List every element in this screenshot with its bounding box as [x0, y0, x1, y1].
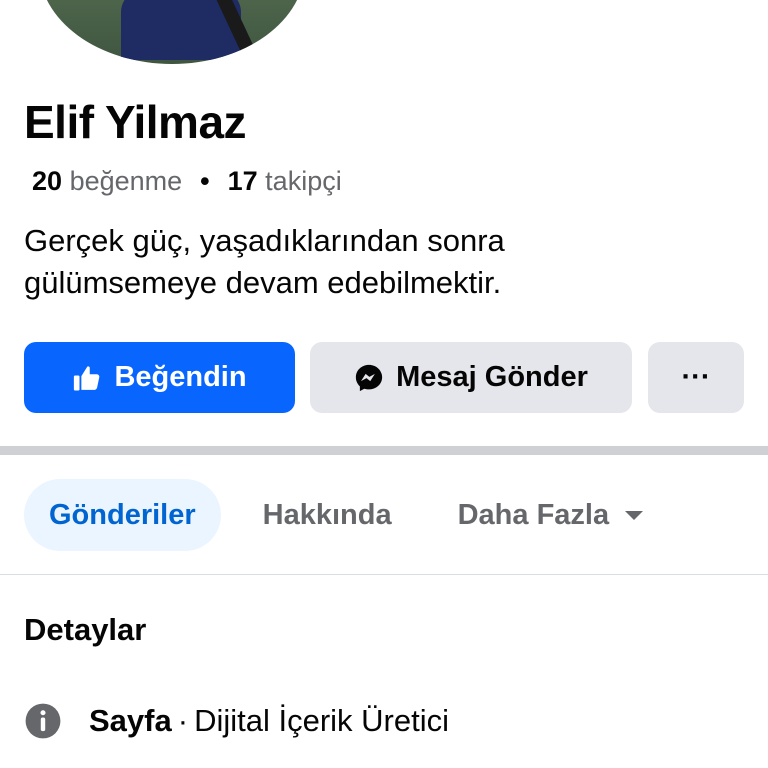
tab-about-label: Hakkında [262, 498, 392, 531]
detail-category-label: Sayfa [89, 703, 172, 738]
caret-down-icon [625, 510, 644, 520]
tab-about[interactable]: Hakkında [238, 479, 417, 551]
thumbs-up-icon [72, 363, 102, 393]
more-options-button[interactable]: ··· [648, 342, 744, 413]
detail-category-row: Sayfa · Dijital İçerik Üretici [24, 702, 449, 740]
tab-posts[interactable]: Gönderiler [24, 479, 221, 551]
details-heading: Detaylar [24, 612, 147, 647]
tab-more-label: Daha Fazla [457, 498, 610, 531]
followers-count: 17 [227, 166, 258, 196]
profile-bio: Gerçek güç, yaşadıklarından sonra gülüms… [24, 220, 724, 304]
followers-label: takipçi [265, 166, 342, 196]
likes-count: 20 [32, 166, 63, 196]
info-icon [24, 702, 62, 740]
send-message-label: Mesaj Gönder [396, 361, 588, 393]
detail-separator: · [177, 703, 189, 738]
tab-more[interactable]: Daha Fazla [433, 479, 669, 551]
section-divider [0, 446, 768, 455]
detail-category-value: Dijital İçerik Üretici [194, 703, 449, 738]
profile-tabs: Gönderiler Hakkında Daha Fazla [24, 479, 668, 551]
profile-picture[interactable] [39, 0, 305, 64]
tabs-divider [0, 574, 768, 575]
messenger-icon [354, 363, 384, 393]
profile-picture-frame[interactable] [33, 0, 311, 70]
profile-stats: 20 beğenme • 17 takipçi [32, 166, 342, 197]
likes-label: beğenme [69, 166, 183, 196]
liked-button[interactable]: Beğendin [24, 342, 295, 413]
followers-stat[interactable]: 17 takipçi [228, 166, 342, 197]
more-dots-icon: ··· [681, 361, 711, 393]
bio-line-2: gülümsemeye devam edebilmektir. [24, 265, 502, 300]
stats-separator: • [200, 166, 210, 196]
send-message-button[interactable]: Mesaj Gönder [310, 342, 632, 413]
likes-stat[interactable]: 20 beğenme [32, 166, 182, 197]
tab-posts-label: Gönderiler [49, 498, 196, 531]
profile-name: Elif Yilmaz [24, 96, 247, 148]
liked-button-label: Beğendin [114, 361, 247, 393]
bio-line-1: Gerçek güç, yaşadıklarından sonra [24, 223, 505, 258]
